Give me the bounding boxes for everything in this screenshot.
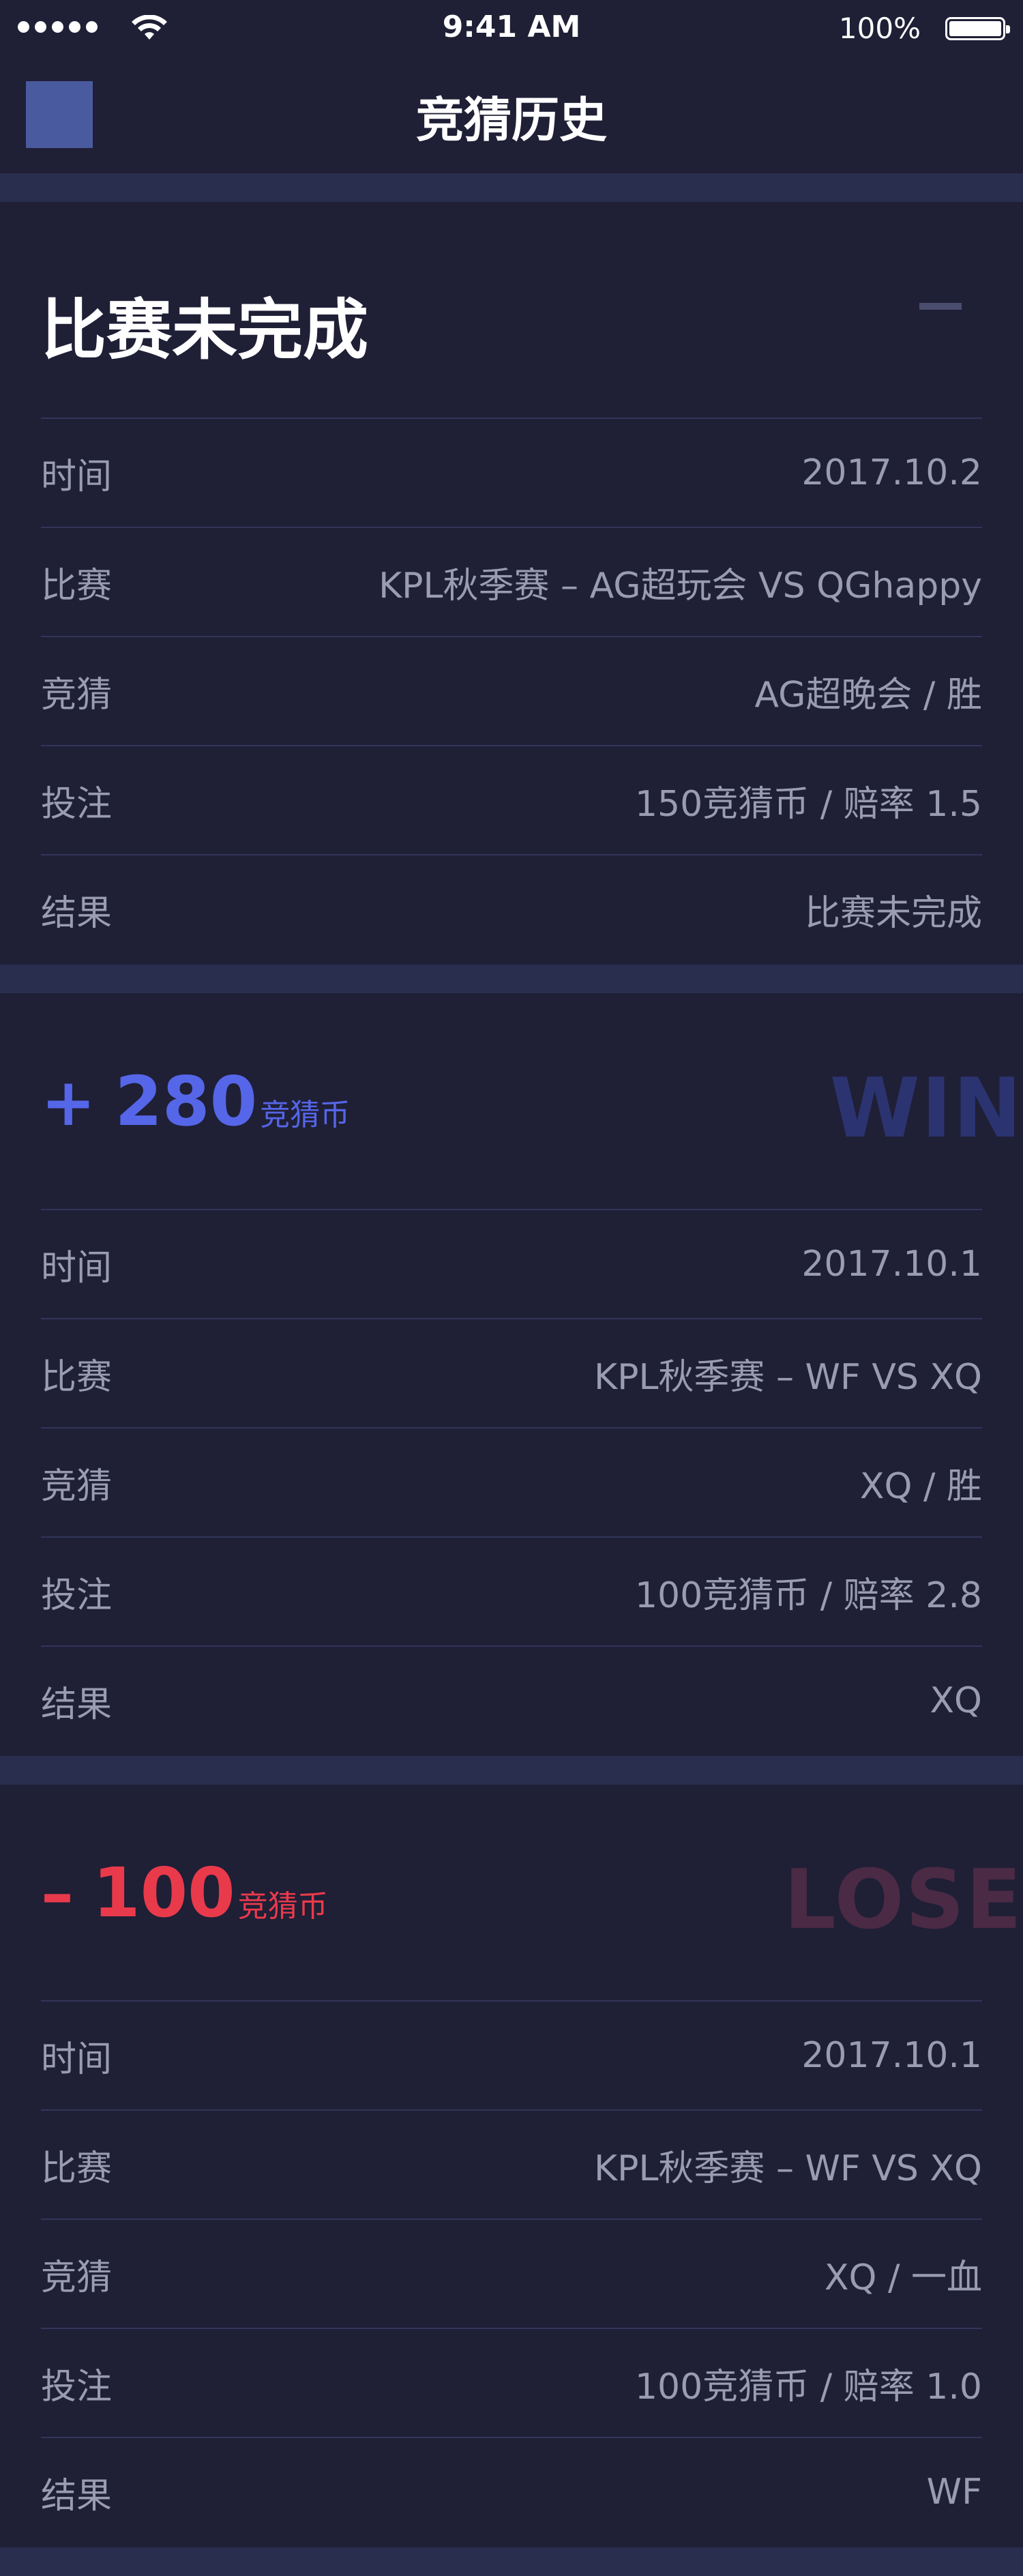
row-value: XQ / 一血: [824, 2257, 982, 2298]
row-value: 150竞猜币 / 赔率 1.5: [634, 783, 982, 825]
row-label: 时间: [41, 2038, 113, 2080]
row-value: XQ / 胜: [859, 1465, 982, 1507]
row-value: 100竞猜币 / 赔率 1.0: [634, 2366, 982, 2407]
amount-sign: –: [41, 1856, 74, 1932]
bet-record-card: – 100 竞猜币 LOSE 时间 2017.10.1 比赛 KPL秋季赛 – …: [0, 1785, 1023, 2545]
row-value: KPL秋季赛 – AG超玩会 VS QGhappy: [379, 565, 982, 606]
row-label: 竞猜: [41, 674, 113, 716]
detail-row: 投注 100竞猜币 / 赔率 2.8: [41, 1538, 982, 1647]
status-bar: 9:41 AM 100%: [0, 0, 1023, 57]
detail-row: 投注 100竞猜币 / 赔率 1.0: [41, 2329, 982, 2438]
win-watermark: WIN: [829, 1062, 1023, 1156]
row-label: 竞猜: [41, 1465, 113, 1507]
amount-unit: 竞猜币: [260, 1098, 351, 1132]
row-label: 结果: [41, 1684, 113, 1725]
detail-row: 竞猜 AG超晚会 / 胜: [41, 637, 982, 746]
bet-record-header[interactable]: + 280 竞猜币 WIN: [41, 993, 1022, 1210]
row-value: WF: [926, 2472, 982, 2513]
battery-percentage: 100%: [838, 12, 921, 45]
row-label: 比赛: [41, 1356, 113, 1398]
lose-watermark: LOSE: [784, 1853, 1023, 1948]
row-label: 投注: [41, 2366, 113, 2407]
row-value: 2017.10.2: [801, 452, 982, 493]
amount-unit: 竞猜币: [237, 1889, 328, 1924]
amount-value: 280: [115, 1062, 258, 1141]
row-label: 结果: [41, 2475, 113, 2517]
bet-record-header[interactable]: – 100 竞猜币 LOSE: [41, 1785, 1022, 2002]
bet-record-header[interactable]: 比赛未完成: [41, 202, 982, 419]
detail-row: 比赛 KPL秋季赛 – AG超玩会 VS QGhappy: [41, 528, 982, 637]
detail-row: 竞猜 XQ / 胜: [41, 1429, 982, 1538]
section-divider: [0, 965, 1023, 993]
row-label: 时间: [41, 456, 113, 497]
collapse-icon[interactable]: [919, 303, 962, 310]
detail-row: 时间 2017.10.1: [41, 2002, 982, 2111]
amount-value: 100: [93, 1853, 235, 1933]
page: 9:41 AM 100% 竞猜历史 比赛未完成 时间 2017.10.2 比赛 …: [0, 0, 1023, 2576]
row-value: 2017.10.1: [801, 2035, 982, 2076]
detail-row: 结果 XQ: [41, 1647, 982, 1753]
bet-record-card: 比赛未完成 时间 2017.10.2 比赛 KPL秋季赛 – AG超玩会 VS …: [0, 202, 1023, 962]
section-divider: [0, 2547, 1023, 2576]
row-label: 投注: [41, 1575, 113, 1616]
row-value: 2017.10.1: [801, 1244, 982, 1285]
row-value: 100竞猜币 / 赔率 2.8: [634, 1575, 982, 1616]
row-label: 结果: [41, 892, 113, 934]
row-value: KPL秋季赛 – WF VS XQ: [593, 1356, 982, 1398]
detail-row: 比赛 KPL秋季赛 – WF VS XQ: [41, 2111, 982, 2220]
row-value: 比赛未完成: [804, 892, 982, 934]
amount-sign: +: [41, 1064, 96, 1141]
row-label: 竞猜: [41, 2257, 113, 2298]
win-amount: + 280 竞猜币: [41, 1062, 350, 1141]
detail-row: 投注 150竞猜币 / 赔率 1.5: [41, 746, 982, 855]
detail-row: 时间 2017.10.2: [41, 419, 982, 528]
row-value: AG超晚会 / 胜: [754, 674, 982, 716]
detail-row: 竞猜 XQ / 一血: [41, 2220, 982, 2329]
row-label: 比赛: [41, 2148, 113, 2189]
row-label: 投注: [41, 783, 113, 825]
row-value: KPL秋季赛 – WF VS XQ: [593, 2148, 982, 2189]
bet-record-card: + 280 竞猜币 WIN 时间 2017.10.1 比赛 KPL秋季赛 – W…: [0, 993, 1023, 1753]
detail-row: 比赛 KPL秋季赛 – WF VS XQ: [41, 1319, 982, 1429]
row-label: 比赛: [41, 565, 113, 606]
section-divider: [0, 1756, 1023, 1785]
page-title: 竞猜历史: [416, 92, 607, 148]
row-label: 时间: [41, 1247, 113, 1289]
detail-row: 结果 比赛未完成: [41, 855, 982, 963]
lose-amount: – 100 竞猜币: [41, 1853, 328, 1933]
section-divider: [0, 173, 1023, 202]
row-value: XQ: [930, 1680, 982, 1721]
record-status-title: 比赛未完成: [41, 292, 368, 368]
detail-row: 结果 WF: [41, 2438, 982, 2545]
battery-icon: [945, 17, 1010, 40]
detail-row: 时间 2017.10.1: [41, 1210, 982, 1319]
navigation-bar: 竞猜历史: [0, 57, 1023, 173]
